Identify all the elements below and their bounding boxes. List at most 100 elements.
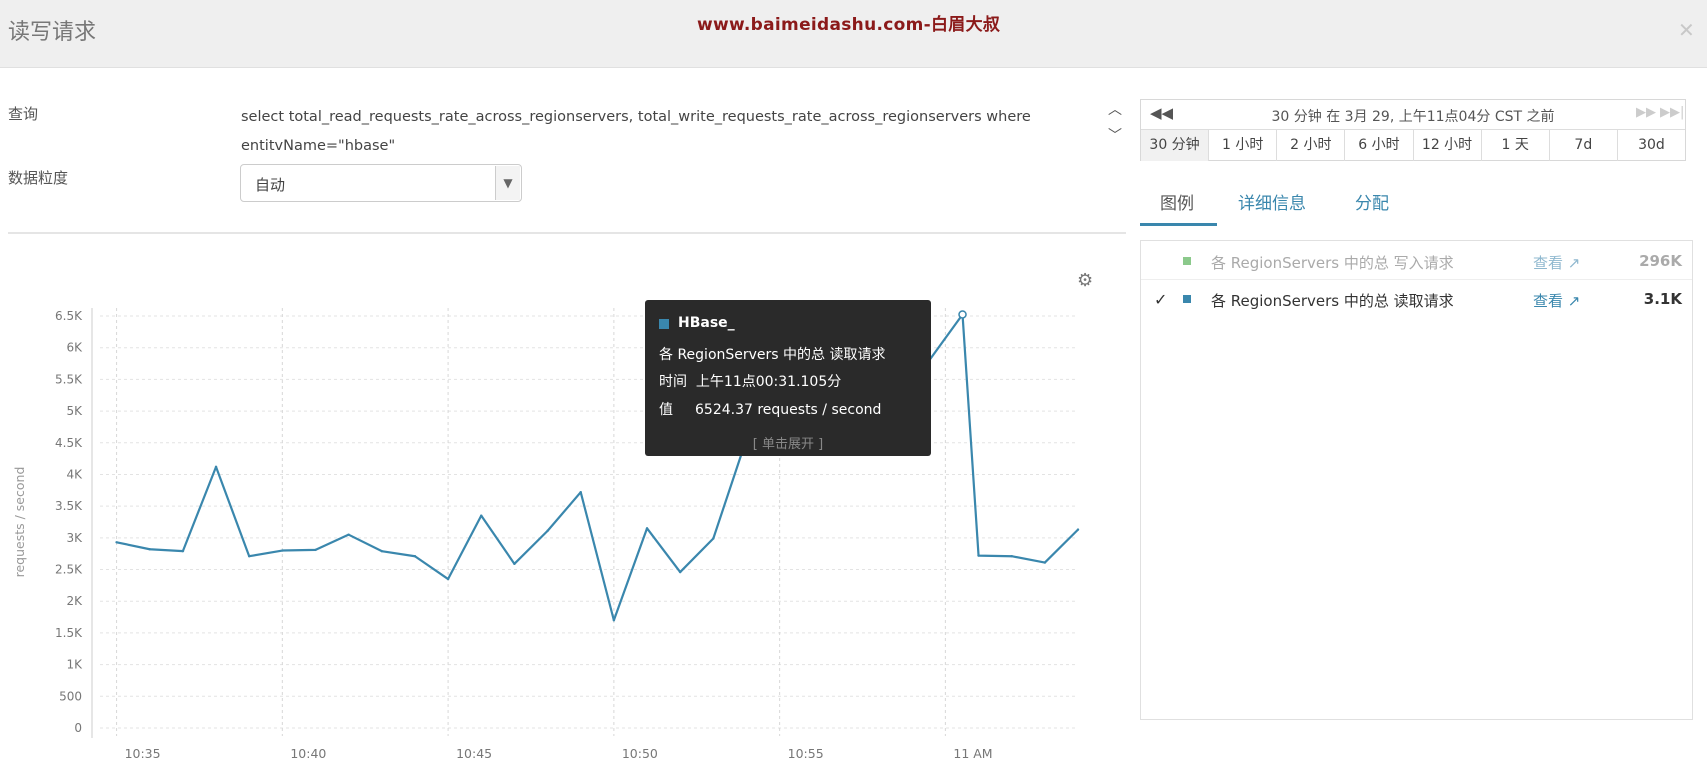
external-link-icon: ↗ [1567, 254, 1581, 272]
data-point [1076, 528, 1080, 531]
data-point [247, 555, 251, 558]
active-tab-indicator [1140, 223, 1217, 226]
range-30m[interactable]: 30 分钟 [1141, 130, 1210, 161]
range-1h[interactable]: 1 小时 [1209, 130, 1278, 161]
legend-label: 各 RegionServers 中的总 读取请求 [1211, 292, 1454, 310]
legend-panel: 各 RegionServers 中的总 写入请求 查看 ↗ 296K ✓ 各 R… [1140, 240, 1693, 720]
legend-swatch [1183, 257, 1191, 265]
data-point [712, 537, 715, 540]
data-point [513, 562, 516, 566]
x-tick-label: 11 AM [953, 746, 992, 761]
granularity-select[interactable]: 自动 ▼ [240, 164, 522, 202]
y-tick-label: 0 [74, 721, 82, 735]
data-point [314, 548, 317, 552]
view-link[interactable]: 查看 ↗ [1533, 252, 1580, 273]
tooltip-host: HBase_ [678, 315, 735, 331]
view-link[interactable]: 查看 ↗ [1533, 290, 1580, 311]
y-tick-label: 4.5K [55, 436, 83, 450]
data-point [413, 555, 417, 558]
y-tick-label: 6.5K [55, 309, 83, 323]
close-icon[interactable]: ✕ [1678, 18, 1695, 42]
series-line [116, 313, 1079, 622]
chevron-up-icon[interactable]: ︿ [1103, 99, 1127, 125]
legend-swatch [1183, 295, 1191, 303]
y-axis-label: requests / second [12, 467, 27, 578]
y-tick-label: 2.5K [55, 563, 83, 577]
data-point [1043, 561, 1047, 564]
y-tick-label: 1.5K [55, 626, 83, 640]
query-scroll[interactable]: ︿ ﹀ [1103, 99, 1127, 153]
tooltip-swatch [659, 319, 669, 329]
watermark-text: www.baimeidashu.com-白眉大叔 [697, 15, 1001, 35]
tab-details[interactable]: 详细信息 [1238, 189, 1306, 214]
data-point [480, 514, 483, 517]
x-tick-label: 10:55 [788, 746, 824, 761]
range-1d[interactable]: 1 天 [1482, 130, 1550, 161]
y-tick-label: 3.5K [55, 499, 83, 513]
time-range-caption: 30 分钟 在 3月 29, 上午11点04分 CST 之前 [1271, 109, 1555, 125]
tooltip-time: 时间 上午11点00:31.105分 [659, 374, 842, 390]
chevron-down-icon[interactable]: ▼ [495, 166, 520, 200]
y-tick-label: 2K [66, 594, 83, 608]
query-label: 查询 [8, 105, 39, 123]
x-tick-label: 10:45 [456, 746, 492, 761]
granularity-value: 自动 [255, 176, 286, 194]
y-tick-label: 5K [66, 404, 83, 418]
legend-row-write[interactable]: 各 RegionServers 中的总 写入请求 查看 ↗ 296K [1141, 243, 1692, 280]
x-tick-label: 10:40 [290, 746, 326, 761]
tooltip-expand-link[interactable]: [ 单击展开 ] [645, 433, 931, 452]
y-tick-label: 3K [66, 531, 83, 545]
range-7d[interactable]: 7d [1550, 130, 1618, 161]
time-range-buttons: 30 分钟 1 小时 2 小时 6 小时 12 小时 1 天 7d 30d [1141, 130, 1685, 161]
data-point [281, 549, 284, 552]
y-tick-label: 500 [59, 689, 82, 703]
tab-assignment[interactable]: 分配 [1355, 189, 1389, 214]
chevron-down-icon[interactable]: ﹀ [1103, 125, 1127, 151]
x-tick-label: 10:35 [125, 746, 161, 761]
dialog-header: 读写请求 www.baimeidashu.com-白眉大叔 ✕ [0, 0, 1707, 68]
divider [8, 232, 1126, 234]
data-point [678, 570, 682, 574]
time-navigator-header: ◀◀ 30 分钟 在 3月 29, 上午11点04分 CST 之前 ▶▶ ▶▶| [1141, 100, 1685, 130]
legend-row-read[interactable]: ✓ 各 RegionServers 中的总 读取请求 查看 ↗ 3.1K [1141, 281, 1692, 317]
range-2h[interactable]: 2 小时 [1277, 130, 1346, 161]
dialog-title: 读写请求 [8, 20, 97, 45]
y-tick-label: 5.5K [55, 372, 83, 386]
time-navigator: ◀◀ 30 分钟 在 3月 29, 上午11点04分 CST 之前 ▶▶ ▶▶|… [1140, 99, 1686, 161]
skip-to-end-icon[interactable]: ▶▶| [1660, 105, 1684, 120]
data-point [977, 554, 980, 557]
legend-value: 3.1K [1643, 290, 1682, 308]
hover-point [958, 310, 967, 319]
data-point [645, 527, 649, 530]
data-point [148, 548, 151, 551]
tooltip-value: 值 6524.37 requests / second [659, 402, 882, 418]
tab-bar: 图例 详细信息 分配 [1140, 183, 1686, 227]
legend-value: 296K [1639, 252, 1682, 270]
tooltip-metric: 各 RegionServers 中的总 读取请求 [659, 347, 886, 363]
data-point [579, 491, 582, 494]
legend-label: 各 RegionServers 中的总 写入请求 [1211, 254, 1454, 272]
data-point [181, 549, 185, 553]
y-tick-label: 6K [66, 341, 83, 355]
range-6h[interactable]: 6 小时 [1345, 130, 1414, 161]
data-point [214, 465, 218, 469]
data-point [347, 533, 350, 536]
fast-forward-icon[interactable]: ▶▶ [1636, 105, 1656, 120]
query-text[interactable]: select total_read_requests_rate_across_r… [241, 103, 1071, 161]
data-point [446, 577, 450, 581]
data-point [612, 619, 616, 622]
x-tick-label: 10:50 [622, 746, 658, 761]
tab-legend[interactable]: 图例 [1160, 189, 1194, 214]
data-point [380, 549, 383, 553]
range-30d[interactable]: 30d [1618, 130, 1685, 161]
external-link-icon: ↗ [1567, 292, 1581, 310]
checkmark-icon: ✓ [1154, 290, 1168, 309]
data-point [546, 529, 549, 533]
data-point [1010, 555, 1013, 558]
granularity-label: 数据粒度 [8, 169, 69, 187]
y-tick-label: 4K [66, 467, 83, 481]
chart-tooltip[interactable]: HBase_ 各 RegionServers 中的总 读取请求 时间 上午11点… [645, 300, 931, 456]
range-12h[interactable]: 12 小时 [1414, 130, 1482, 161]
y-tick-label: 1K [66, 658, 83, 672]
data-point [115, 541, 118, 544]
